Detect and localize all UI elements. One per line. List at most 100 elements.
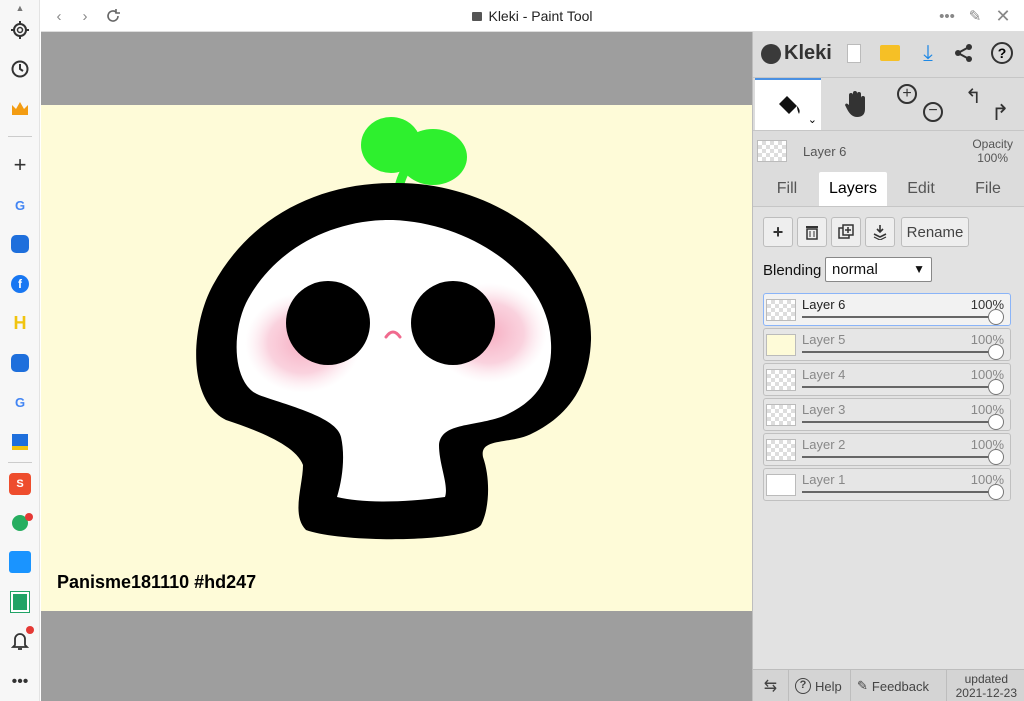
settings-icon[interactable] — [8, 18, 32, 42]
zoom-out-icon[interactable]: − — [923, 102, 943, 122]
slider-knob[interactable] — [988, 379, 1004, 395]
google-icon[interactable]: G — [8, 193, 32, 217]
merge-layer-button[interactable] — [865, 217, 895, 247]
layer-opacity-slider[interactable] — [802, 344, 1004, 360]
layer-name: Layer 1 — [802, 472, 846, 487]
notification-badge — [25, 513, 33, 521]
layer-name: Layer 3 — [802, 402, 846, 417]
history-icon[interactable] — [8, 57, 32, 81]
fill-bucket-tool[interactable]: ⌄ — [755, 78, 821, 130]
updated-label: updated — [964, 672, 1008, 686]
layer-list: Layer 6 100% Layer 5 100% Layer 4 100% L… — [763, 293, 1011, 503]
hand-icon — [845, 91, 865, 117]
layer-name: Layer 2 — [802, 437, 846, 452]
tab-layers[interactable]: Layers — [819, 172, 887, 206]
undo-redo: ↰ ↱ — [957, 78, 1021, 130]
drawing-canvas[interactable]: Panisme181110 #hd247 — [41, 105, 752, 611]
current-layer-thumbnail — [757, 140, 787, 162]
delete-layer-button[interactable] — [797, 217, 827, 247]
layer-thumbnail — [766, 299, 796, 321]
app-root: ▲ + G f H G S ••• ‹ › Kleki - Paint Tool… — [0, 0, 1024, 701]
layer-row[interactable]: Layer 5 100% — [763, 328, 1011, 361]
panel-tabs: Fill Layers Edit File — [753, 170, 1024, 206]
add-layer-button[interactable]: + — [763, 217, 793, 247]
scroll-up-icon[interactable]: ▲ — [8, 2, 32, 14]
more-icon[interactable]: ••• — [8, 670, 32, 694]
title-bar: ‹ › Kleki - Paint Tool ••• ✎ ✕ — [41, 0, 1024, 32]
slider-knob[interactable] — [988, 309, 1004, 325]
save-download-icon[interactable]: ⤓ — [915, 40, 941, 66]
trash-icon — [806, 226, 818, 240]
help-icon[interactable]: ? — [989, 40, 1015, 66]
feedback-button[interactable]: ✎ Feedback — [851, 670, 947, 701]
shopee-icon[interactable]: S — [8, 472, 32, 496]
skull-drawing — [196, 117, 592, 540]
layer-thumbnail — [766, 369, 796, 391]
current-layer-name: Layer 6 — [803, 144, 847, 159]
kleki-logo[interactable]: Kleki — [761, 42, 832, 65]
canvas-area[interactable]: Panisme181110 #hd247 — [41, 32, 752, 701]
new-image-icon[interactable] — [841, 40, 867, 66]
messenger-icon[interactable] — [8, 232, 32, 256]
tab-edit[interactable]: Edit — [891, 172, 951, 206]
tab-fill[interactable]: Fill — [759, 172, 815, 206]
menu-more-icon[interactable]: ••• — [937, 6, 957, 26]
layer-opacity-slider[interactable] — [802, 309, 1004, 325]
layer-row[interactable]: Layer 6 100% — [763, 293, 1011, 326]
swap-side-button[interactable]: ⇆ — [753, 670, 789, 701]
tab-file[interactable]: File — [957, 172, 1019, 206]
share-icon[interactable] — [951, 40, 977, 66]
slider-knob[interactable] — [988, 449, 1004, 465]
tool-panel: Kleki ⤓ ? ⌄ + − ↰ ↱ Layer 6 Opacity 100%… — [752, 32, 1024, 701]
duplicate-layer-button[interactable] — [831, 217, 861, 247]
layer-thumbnail — [766, 439, 796, 461]
opacity-value: 100% — [977, 151, 1008, 165]
updated-date: 2021-12-23 — [955, 686, 1017, 700]
facebook-icon[interactable]: f — [8, 272, 32, 296]
layer-row[interactable]: Layer 1 100% — [763, 468, 1011, 501]
download-app-icon[interactable] — [8, 430, 32, 454]
layer-opacity-slider[interactable] — [802, 379, 1004, 395]
layer-opacity-slider[interactable] — [802, 414, 1004, 430]
canvas-caption: Panisme181110 #hd247 — [57, 572, 257, 592]
redo-icon[interactable]: ↱ — [991, 100, 1009, 126]
layer-thumbnail — [766, 334, 796, 356]
chevron-down-icon[interactable]: ⌄ — [808, 113, 817, 126]
slider-knob[interactable] — [988, 484, 1004, 500]
tiki-icon[interactable] — [8, 550, 32, 574]
google-icon-2[interactable]: G — [8, 390, 32, 414]
slider-knob[interactable] — [988, 414, 1004, 430]
layer-row[interactable]: Layer 4 100% — [763, 363, 1011, 396]
app-h-icon[interactable]: H — [8, 311, 32, 335]
crown-icon[interactable] — [8, 97, 32, 121]
tool-row: ⌄ + − ↰ ↱ — [753, 77, 1024, 131]
layer-opacity-slider[interactable] — [802, 449, 1004, 465]
open-folder-icon[interactable] — [877, 40, 903, 66]
help-button[interactable]: ? Help — [789, 670, 851, 701]
layer-row[interactable]: Layer 3 100% — [763, 398, 1011, 431]
layer-opacity-slider[interactable] — [802, 484, 1004, 500]
close-icon[interactable]: ✕ — [993, 6, 1013, 26]
panel-header: Kleki ⤓ ? — [753, 32, 1024, 77]
layer-row[interactable]: Layer 2 100% — [763, 433, 1011, 466]
blending-value: normal — [832, 261, 878, 278]
zoom-in-icon[interactable]: + — [897, 84, 917, 104]
slider-knob[interactable] — [988, 344, 1004, 360]
feedback-label: Feedback — [871, 678, 929, 694]
messenger-icon-2[interactable] — [8, 351, 32, 375]
plus-icon: + — [772, 221, 784, 242]
pin-icon[interactable]: ✎ — [965, 6, 985, 26]
rename-layer-button[interactable]: Rename — [901, 217, 969, 247]
hand-tool[interactable] — [825, 78, 889, 130]
add-icon[interactable]: + — [8, 152, 32, 177]
layer-name: Layer 5 — [802, 332, 846, 347]
blending-select[interactable]: normal ▼ — [825, 257, 932, 282]
current-layer-opacity: Opacity 100% — [972, 137, 1013, 165]
updated-info: updated 2021-12-23 — [956, 672, 1017, 700]
duplicate-icon — [838, 224, 854, 239]
help-label: Help — [815, 678, 842, 694]
undo-icon[interactable]: ↰ — [965, 84, 982, 109]
browser-sidebar: ▲ + G f H G S ••• — [0, 0, 40, 701]
sheet-icon[interactable] — [8, 590, 32, 614]
layers-tab-content: + Rename Blending normal ▼ Layer 6 100% — [753, 206, 1024, 676]
